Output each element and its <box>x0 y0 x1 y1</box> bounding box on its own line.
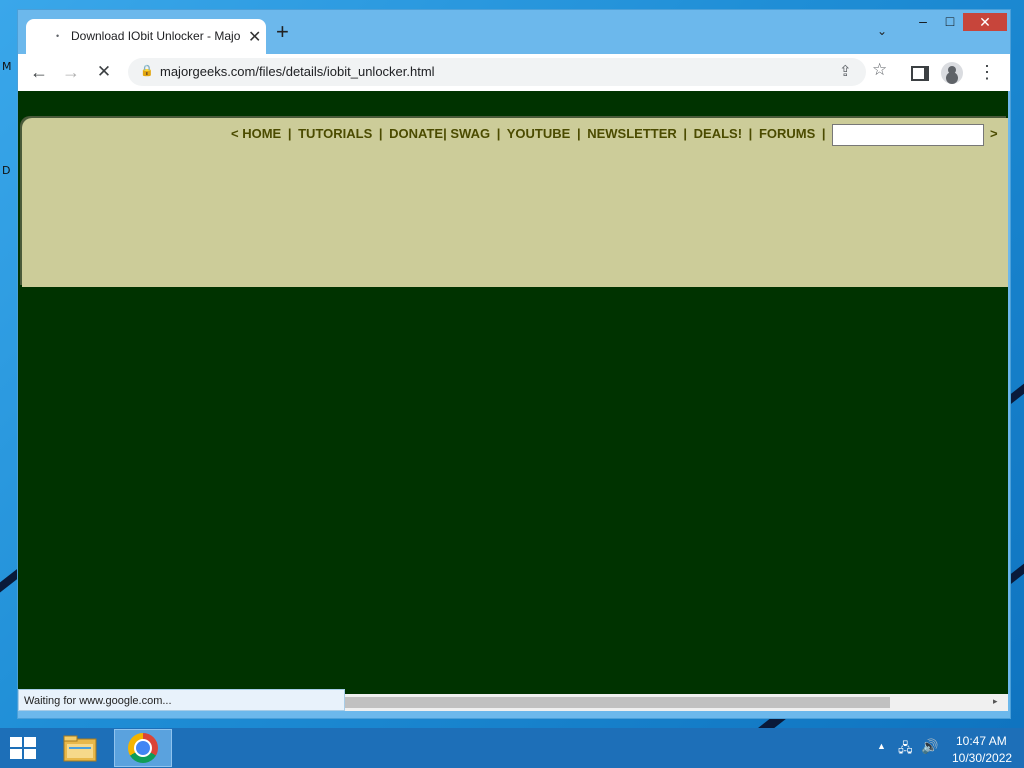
scroll-right-arrow-icon[interactable]: ▸ <box>993 696 998 707</box>
nav-separator: | <box>821 126 826 141</box>
site-nav-bar: < HOME | TUTORIALS | DONATE| SWAG | YOUT… <box>22 118 1008 287</box>
profile-avatar-icon[interactable] <box>941 62 963 84</box>
close-tab-icon[interactable]: ✕ <box>248 27 261 47</box>
desktop-icon-label[interactable]: M <box>2 60 12 73</box>
nav-separator: | <box>378 126 383 141</box>
close-window-button[interactable]: ✕ <box>963 13 1007 31</box>
side-panel-icon[interactable] <box>911 66 929 81</box>
nav-link-tutorials[interactable]: TUTORIALS <box>298 126 372 141</box>
file-explorer-icon[interactable] <box>63 734 97 762</box>
nav-link-swag[interactable]: SWAG <box>450 126 490 141</box>
nav-link-youtube[interactable]: YOUTUBE <box>507 126 571 141</box>
nav-link-forums[interactable]: FORUMS <box>759 126 815 141</box>
tab-search-chevron-icon[interactable]: ⌄ <box>877 24 887 38</box>
tab-strip: • Download IObit Unlocker - Majo ✕ + ⌄ –… <box>18 10 1010 55</box>
show-hidden-icons-icon[interactable]: ▲ <box>877 741 886 751</box>
nav-separator: | <box>443 126 447 141</box>
address-bar[interactable]: 🔒 majorgeeks.com/files/details/iobit_unl… <box>128 58 887 86</box>
nav-close-bracket: > <box>990 126 998 141</box>
nav-separator: | <box>496 126 501 141</box>
lock-icon[interactable]: 🔒 <box>140 64 154 77</box>
tab-majorgeeks[interactable]: • Download IObit Unlocker - Majo ✕ <box>26 19 266 55</box>
nav-link-newsletter[interactable]: NEWSLETTER <box>587 126 677 141</box>
nav-links: < HOME | TUTORIALS | DONATE| SWAG | YOUT… <box>231 126 829 141</box>
network-icon[interactable]: 🖧 <box>898 739 913 761</box>
nav-separator: | <box>576 126 581 141</box>
windows-start-icon[interactable] <box>10 737 38 761</box>
forward-button[interactable]: → <box>59 60 83 84</box>
stop-loading-button[interactable]: ✕ <box>92 60 116 84</box>
new-tab-button[interactable]: + <box>276 21 289 43</box>
page-viewport: < HOME | TUTORIALS | DONATE| SWAG | YOUT… <box>18 91 1008 694</box>
scrollbar-thumb[interactable] <box>338 697 890 708</box>
nav-link-deals[interactable]: DEALS! <box>694 126 742 141</box>
loading-spinner-icon: • <box>56 31 60 41</box>
taskbar: ▲ 🖧 🔊 10:47 AM 10/30/2022 <box>0 728 1024 768</box>
site-search-input[interactable] <box>832 124 984 146</box>
taskbar-chrome-button[interactable] <box>114 729 172 767</box>
desktop-icon-label[interactable]: D <box>2 164 10 177</box>
tab-title: Download IObit Unlocker - Majo <box>71 29 241 43</box>
maximize-button[interactable]: □ <box>938 13 962 33</box>
browser-menu-icon[interactable]: ⋮ <box>978 62 996 83</box>
clock-time[interactable]: 10:47 AM <box>956 734 1007 748</box>
back-button[interactable]: ← <box>27 60 51 84</box>
browser-window: • Download IObit Unlocker - Majo ✕ + ⌄ –… <box>17 9 1011 719</box>
share-icon[interactable]: ⇪ <box>839 62 852 80</box>
browser-toolbar: ← → ✕ 🔒 majorgeeks.com/files/details/iob… <box>18 54 1010 91</box>
minimize-button[interactable]: – <box>913 13 933 33</box>
status-bubble: Waiting for www.google.com... <box>18 689 345 711</box>
chrome-icon <box>128 733 158 763</box>
volume-icon[interactable]: 🔊 <box>921 738 938 755</box>
nav-separator: | <box>287 126 292 141</box>
clock-date[interactable]: 10/30/2022 <box>952 751 1012 765</box>
nav-open-bracket: < <box>231 126 239 141</box>
bookmark-star-icon[interactable]: ☆ <box>872 60 887 80</box>
nav-link-donate[interactable]: DONATE <box>389 126 443 141</box>
nav-separator: | <box>683 126 688 141</box>
nav-separator: | <box>748 126 753 141</box>
nav-link-home[interactable]: HOME <box>242 126 281 141</box>
url-text[interactable]: majorgeeks.com/files/details/iobit_unloc… <box>160 64 435 79</box>
